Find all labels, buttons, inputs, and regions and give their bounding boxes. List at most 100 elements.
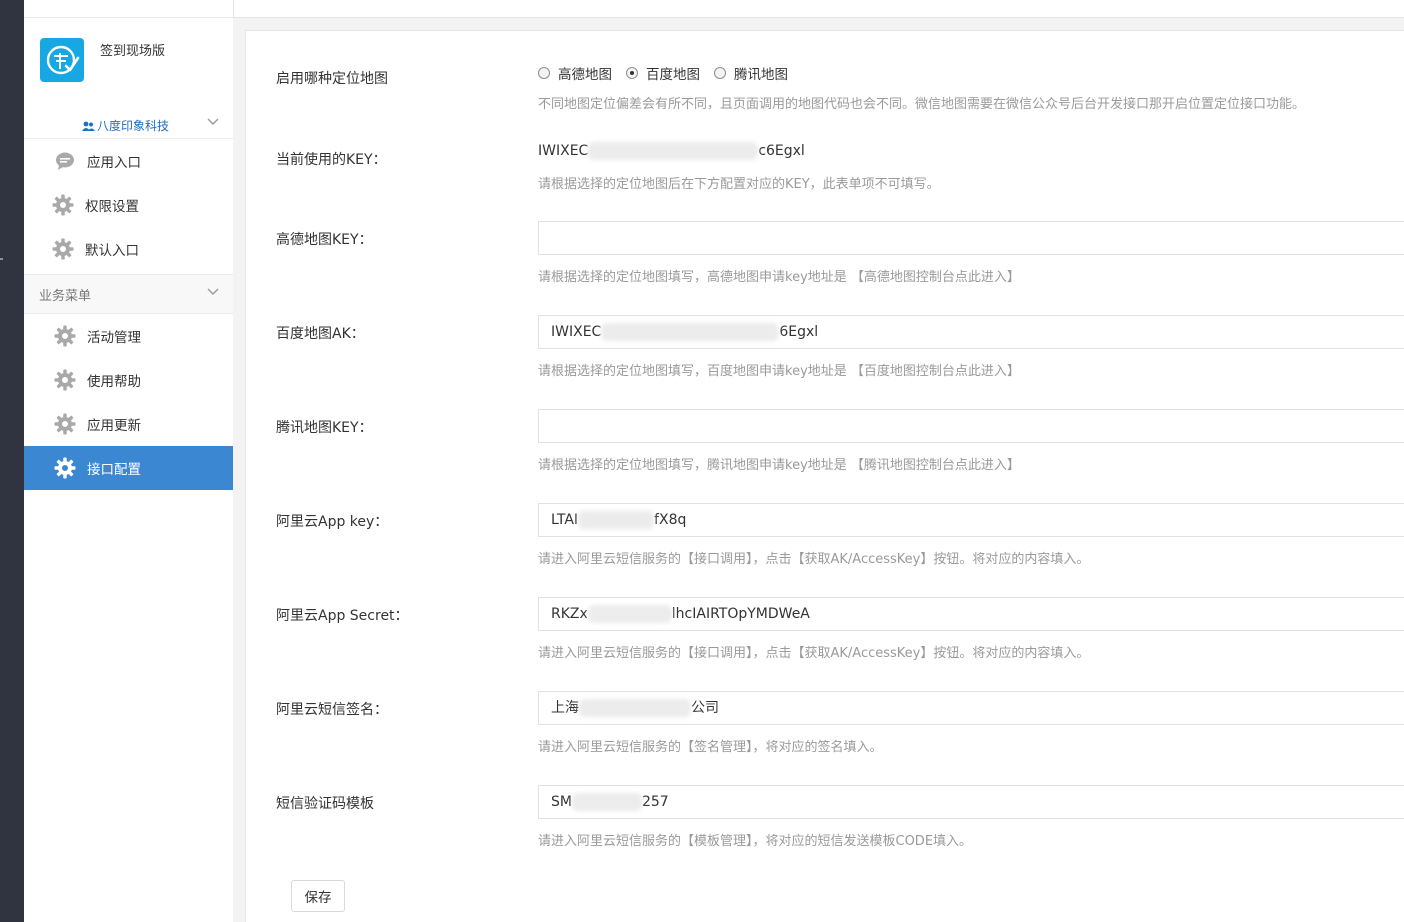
value-suffix: fX8q (654, 512, 687, 528)
sidebar-item-default-entry[interactable]: 默认入口 (24, 227, 233, 271)
radio-label: 高德地图 (558, 67, 612, 83)
users-icon (81, 121, 95, 131)
aliyun-secret-input[interactable]: RKZx lhcIAIRTOpYMDWeA (539, 598, 1404, 630)
api-config-form: 启用哪种定位地图 高德地图 百度地图 腾讯地图 不同地图定位偏差会有所不同，且页… (245, 30, 1404, 922)
tencent-key-field[interactable] (538, 409, 1404, 443)
value-suffix: 公司 (691, 700, 719, 716)
aliyun-sign-field[interactable]: 上海 公司 (538, 691, 1404, 725)
aliyun-secret-field[interactable]: RKZx lhcIAIRTOpYMDWeA (538, 597, 1404, 631)
sidebar-item-api-config[interactable]: 接口配置 (24, 446, 233, 490)
sms-template-help: 请进入阿里云短信服务的【模板管理】，将对应的短信发送模板CODE填入。 (538, 834, 973, 849)
redacted-block (579, 699, 691, 717)
sidebar-item-app-update[interactable]: 应用更新 (24, 402, 233, 446)
value-suffix: lhcIAIRTOpYMDWeA (671, 606, 810, 622)
value-prefix: IWIXEC (538, 143, 589, 159)
gear-icon (54, 369, 76, 391)
sms-template-input[interactable]: SM 257 (539, 786, 1404, 818)
radio-label: 腾讯地图 (734, 67, 788, 83)
app-logo (40, 38, 84, 82)
section-title: 业务菜单 (39, 288, 92, 304)
radio-tencent[interactable]: 腾讯地图 (714, 63, 788, 83)
aliyun-key-help: 请进入阿里云短信服务的【接口调用】，点击【获取AK/AccessKey】按钮。将… (538, 552, 1090, 567)
current-key-help: 请根据选择的定位地图后在下方配置对应的KEY，此表单项不可填写。 (538, 177, 940, 192)
redacted-block (587, 605, 672, 623)
save-button[interactable]: 保存 (291, 880, 345, 912)
chevron-down-icon[interactable] (207, 118, 219, 126)
redacted-block (571, 793, 642, 811)
sms-template-label: 短信验证码模板 (276, 796, 374, 812)
sidebar-item-app-entry[interactable]: 应用入口 (24, 139, 233, 183)
aliyun-sign-help: 请进入阿里云短信服务的【签名管理】，将对应的签名填入。 (538, 740, 883, 755)
aliyun-key-field[interactable]: LTAI fX8q (538, 503, 1404, 537)
sidebar-item-label: 权限设置 (85, 199, 139, 215)
value-suffix: 257 (641, 794, 669, 810)
gaode-key-label: 高德地图KEY： (276, 232, 373, 248)
sidebar-item-help[interactable]: 使用帮助 (24, 358, 233, 402)
sidebar-item-label: 应用更新 (87, 418, 141, 434)
gaode-key-field[interactable] (538, 221, 1404, 255)
tencent-key-help: 请根据选择的定位地图填写，腾讯地图申请key地址是 【腾讯地图控制台点此进入】 (538, 458, 1020, 473)
business-nav: 活动管理 使用帮助 应用更新 接口配置 (24, 314, 233, 490)
map-radio-group: 高德地图 百度地图 腾讯地图 (538, 63, 802, 83)
app-name: 签到现场版 (100, 44, 166, 59)
baidu-ak-input[interactable]: IWIXEC 6Egxl (539, 316, 1404, 348)
left-app-rail (0, 0, 24, 922)
rail-indicator (0, 258, 3, 260)
value-prefix: IWIXEC (551, 324, 602, 340)
value-prefix: SM (551, 794, 572, 810)
map-select-help: 不同地图定位偏差会有所不同，且页面调用的地图代码也会不同。微信地图需要在微信公众… (538, 97, 1306, 112)
gear-icon (54, 457, 76, 479)
section-business-menu[interactable]: 业务菜单 (24, 274, 233, 314)
sidebar-item-label: 使用帮助 (87, 374, 141, 390)
aliyun-key-input[interactable]: LTAI fX8q (539, 504, 1404, 536)
current-key-value: IWIXEC c6Egxl (538, 142, 805, 160)
aliyun-sign-input[interactable]: 上海 公司 (539, 692, 1404, 724)
aliyun-secret-label: 阿里云App Secret： (276, 608, 409, 624)
baidu-ak-label: 百度地图AK： (276, 326, 365, 342)
value-prefix: 上海 (551, 700, 579, 716)
aliyun-sign-label: 阿里云短信签名： (276, 702, 388, 718)
chevron-down-icon[interactable] (207, 288, 219, 296)
aliyun-secret-help: 请进入阿里云短信服务的【接口调用】，点击【获取AK/AccessKey】按钮。将… (538, 646, 1090, 661)
sidebar-item-label: 应用入口 (87, 155, 141, 171)
sidebar: 签到现场版 八度印象科技 应用入口 权限设置 默认入口 业务菜单 活动管理 使用… (24, 0, 233, 922)
radio-circle[interactable] (538, 67, 550, 79)
chat-bubble-icon (54, 150, 76, 172)
gear-icon (52, 194, 74, 216)
value-suffix: 6Egxl (779, 324, 819, 340)
gear-icon (54, 413, 76, 435)
tencent-key-label: 腾讯地图KEY： (276, 420, 373, 436)
radio-gaode[interactable]: 高德地图 (538, 63, 612, 83)
redacted-block (578, 511, 655, 529)
gear-icon (52, 238, 74, 260)
redacted-block (601, 323, 780, 341)
brand (40, 38, 84, 82)
map-select-label: 启用哪种定位地图 (276, 71, 388, 87)
radio-circle[interactable] (714, 67, 726, 79)
sidebar-item-label: 默认入口 (85, 243, 139, 259)
top-nav: 应用入口 权限设置 默认入口 (24, 139, 233, 271)
baidu-ak-field[interactable]: IWIXEC 6Egxl (538, 315, 1404, 349)
sign-in-logo-icon (46, 45, 80, 75)
sidebar-item-permissions[interactable]: 权限设置 (24, 183, 233, 227)
tencent-key-input[interactable] (539, 410, 1404, 442)
gear-icon (54, 325, 76, 347)
value-suffix: c6Egxl (758, 143, 805, 159)
company-switcher[interactable]: 八度印象科技 (24, 113, 233, 139)
sms-template-field[interactable]: SM 257 (538, 785, 1404, 819)
radio-circle[interactable] (626, 67, 638, 79)
company-name: 八度印象科技 (96, 119, 169, 133)
radio-baidu[interactable]: 百度地图 (626, 63, 700, 83)
baidu-ak-help: 请根据选择的定位地图填写，百度地图申请key地址是 【百度地图控制台点此进入】 (538, 364, 1020, 379)
sidebar-top-bar (24, 0, 233, 18)
redacted-block (588, 142, 759, 160)
gaode-key-input[interactable] (539, 222, 1404, 254)
value-prefix: RKZx (551, 606, 588, 622)
current-key-label: 当前使用的KEY： (276, 152, 387, 168)
sidebar-item-label: 接口配置 (87, 462, 141, 478)
gaode-key-help: 请根据选择的定位地图填写，高德地图申请key地址是 【高德地图控制台点此进入】 (538, 270, 1020, 285)
value-prefix: LTAI (551, 512, 579, 528)
sidebar-item-activity-management[interactable]: 活动管理 (24, 314, 233, 358)
aliyun-key-label: 阿里云App key： (276, 514, 389, 530)
main-header-bar (233, 0, 1404, 18)
